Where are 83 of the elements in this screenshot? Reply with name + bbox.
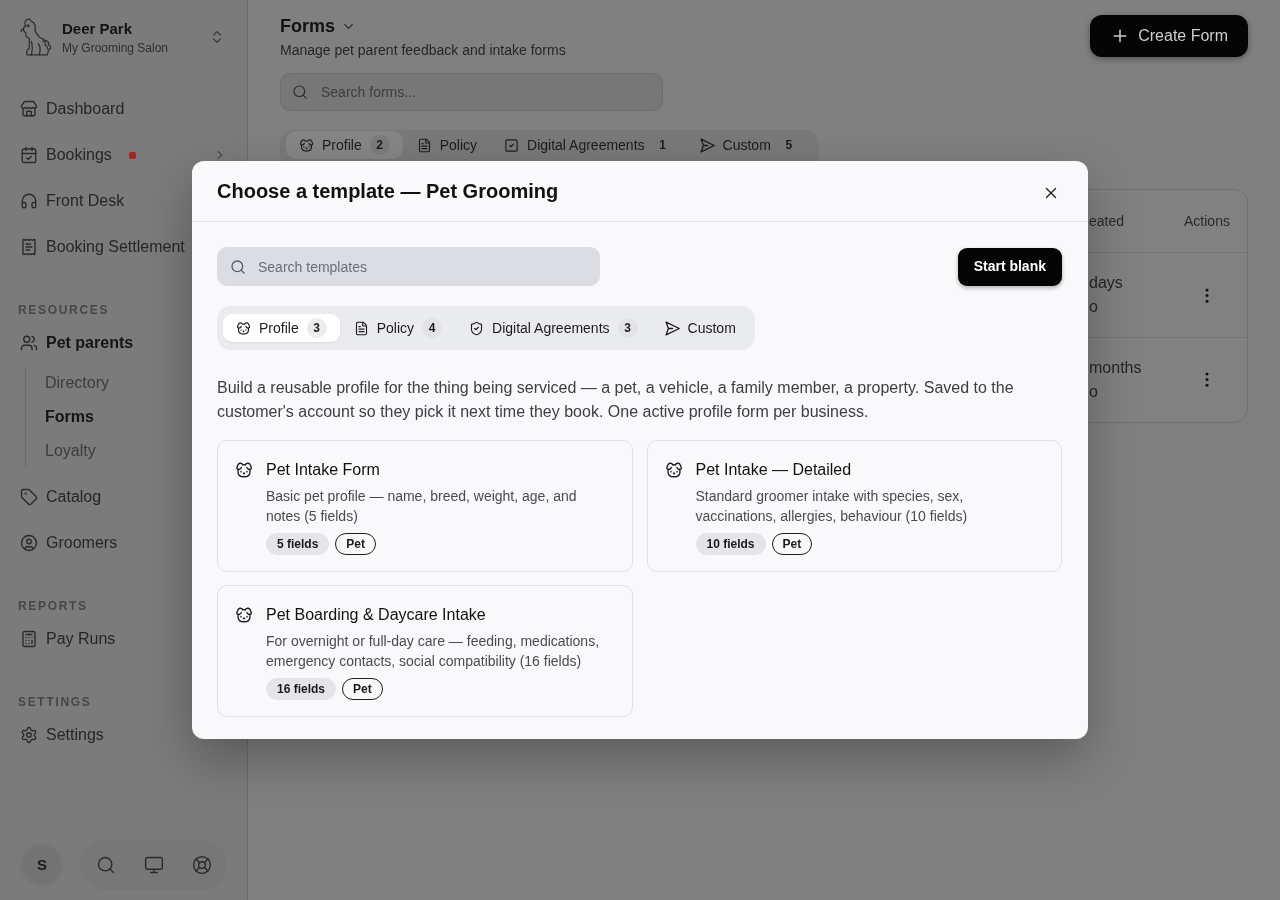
tab[interactable]: Digital Agreements 1: [491, 131, 686, 159]
start-blank-button[interactable]: Start blank: [957, 247, 1062, 286]
monitor-icon: [143, 855, 164, 875]
document-icon: [416, 137, 432, 153]
nav-item[interactable]: Catalog: [20, 482, 102, 512]
life-buoy-icon: [191, 855, 212, 875]
shield-check-icon: [469, 320, 485, 336]
template-title: Pet Intake — Detailed: [695, 460, 852, 480]
tab[interactable]: Digital Agreements 3: [456, 314, 651, 342]
nav-item[interactable]: Bookings: [20, 140, 112, 170]
nav-item[interactable]: Groomers: [20, 528, 118, 558]
template-card[interactable]: Pet Boarding & Daycare Intake For overnight or full-day care — feeding, medications, emergency contacts, social compatibility (16 fields) 16 fields Pet: [217, 585, 633, 717]
search-icon: [230, 259, 246, 275]
field-count-badge: 16 fields: [266, 678, 337, 700]
page-title: Forms: [280, 14, 335, 38]
nav-item[interactable]: Front Desk: [20, 186, 125, 216]
template-title: Pet Boarding & Daycare Intake: [266, 605, 486, 625]
nav-item[interactable]: Settings: [20, 720, 104, 750]
tab[interactable]: Policy 4: [340, 314, 456, 342]
business-name: Deer Park: [62, 18, 133, 38]
user-circle-icon: [20, 534, 38, 552]
nav-item[interactable]: Dashboard: [20, 94, 125, 124]
count-label: 1: [658, 137, 667, 154]
paper-plane-icon: [664, 320, 680, 336]
sub-nav-item[interactable]: Loyalty: [45, 439, 96, 463]
nav-item[interactable]: Pet parents: [20, 328, 134, 358]
headset-icon: [20, 192, 38, 210]
tab[interactable]: Policy: [403, 131, 491, 159]
template-card[interactable]: Pet Intake — Detailed Standard groomer intake with species, sex, vaccinations, allergies, behaviour (10 fields) 10 fields Pet: [646, 440, 1062, 572]
more-vertical-icon: [1205, 372, 1209, 388]
tab[interactable]: Custom 5: [686, 131, 812, 159]
users-icon: [20, 334, 38, 352]
template-summary: Basic pet profile — name, breed, weight, age, and notes (5 fields): [266, 487, 578, 526]
template-description: Build a reusable profile for the thing being serviced — a pet, a vehicle, a family member, a property. Saved to the customer's account so they pick it next time they book. One active profile form per business.: [217, 378, 1015, 422]
store-icon: [20, 100, 38, 118]
column-header: Actions: [1184, 211, 1230, 231]
checkbox-icon: [504, 137, 520, 153]
search-icon: [95, 855, 116, 875]
dialog-title: Choose a template — Pet Grooming: [217, 179, 559, 204]
business-subtitle: My Grooming Salon: [62, 39, 169, 56]
dog-logo: [20, 18, 52, 56]
sub-nav-item[interactable]: Directory: [45, 371, 109, 395]
column-header: eated: [1089, 213, 1125, 230]
user-avatar[interactable]: S: [20, 843, 64, 887]
more-vertical-icon: [1205, 287, 1209, 303]
table-cell-text: o: [1089, 381, 1098, 402]
calculator-icon: [20, 630, 38, 648]
nav-item[interactable]: Pay Runs: [20, 624, 116, 654]
template-summary: For overnight or full-day care — feeding, medications, emergency contacts, social compatibility (16 fields): [266, 632, 601, 671]
count-badge: 2: [369, 135, 390, 155]
tab[interactable]: Profile 2: [286, 131, 403, 159]
field-count-badge: 5 fields: [266, 533, 330, 555]
nav-item[interactable]: Booking Settlement: [20, 232, 185, 262]
template-search-field[interactable]: Search templates: [217, 247, 600, 286]
create-form-button[interactable]: Create Form: [1090, 15, 1248, 57]
dog-face-icon: [664, 461, 683, 479]
tag-icon: [20, 488, 38, 506]
field-count-badge: 10 fields: [695, 533, 766, 555]
tab[interactable]: Profile 3: [223, 314, 340, 342]
search-field[interactable]: Search forms...: [280, 73, 663, 111]
count-label: 5: [784, 137, 794, 154]
dog-face-icon: [236, 320, 251, 336]
count-badge: 4: [422, 318, 443, 338]
table-cell-text: o: [1089, 297, 1098, 318]
dog-face-icon: [299, 137, 314, 153]
paper-plane-icon: [699, 137, 715, 153]
dog-face-icon: [235, 606, 253, 624]
template-card[interactable]: Pet Intake Form Basic pet profile — name, breed, weight, age, and notes (5 fields) 5 fields Pet: [217, 440, 633, 572]
count-badge: 3: [306, 318, 327, 338]
table-cell-text: months: [1089, 357, 1142, 378]
receipt-icon: [20, 238, 38, 256]
table-cell-text: days: [1089, 273, 1123, 294]
page-subtitle: Manage pet parent feedback and intake forms: [280, 41, 566, 59]
sub-nav-item[interactable]: Forms: [45, 405, 94, 429]
tab[interactable]: Custom: [651, 314, 749, 342]
template-summary: Standard groomer intake with species, sex, vaccinations, allergies, behaviour (10 fields): [695, 487, 969, 526]
count-badge: 3: [617, 318, 638, 338]
dog-face-icon: [235, 461, 253, 479]
document-icon: [353, 320, 369, 336]
search-icon: [292, 84, 308, 100]
template-title: Pet Intake Form: [266, 460, 380, 480]
calendar-check-icon: [20, 146, 38, 164]
settings-icon: [20, 726, 38, 744]
